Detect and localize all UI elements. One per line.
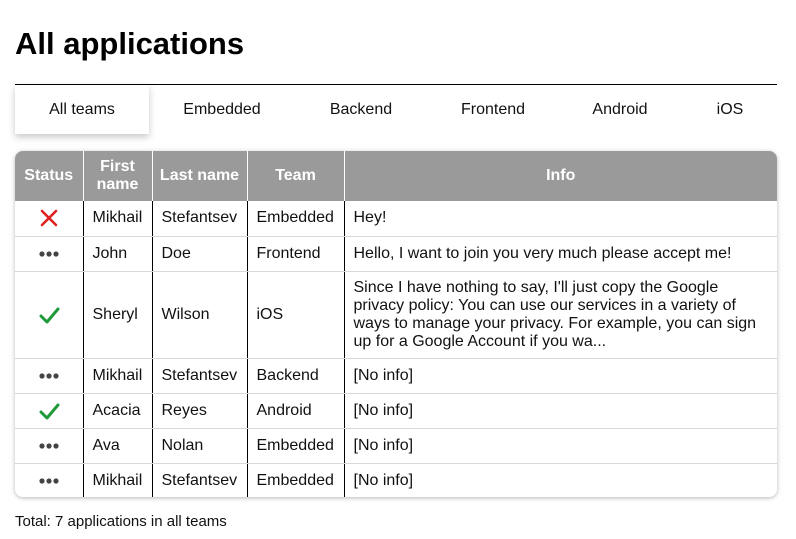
- team-cell: Frontend: [246, 236, 344, 272]
- info-cell: Hey!: [343, 201, 777, 237]
- team-cell: Embedded: [246, 428, 344, 464]
- info-cell: [No info]: [343, 358, 777, 394]
- last-name-cell: Wilson: [151, 271, 247, 359]
- first-name-cell: Acacia: [82, 393, 152, 429]
- total-count: Total: 7 applications in all teams: [15, 513, 227, 530]
- status-cell: [15, 271, 83, 359]
- last-name-cell: Doe: [151, 236, 247, 272]
- team-cell: Embedded: [246, 463, 344, 497]
- status-cell: [15, 393, 83, 429]
- first-name-cell: Sheryl: [82, 271, 152, 359]
- table-row[interactable]: Mikhail Stefantsev Embedded Hey!: [15, 201, 777, 237]
- x-icon: [40, 209, 58, 227]
- tab-embedded[interactable]: Embedded: [165, 85, 279, 134]
- first-name-cell: Mikhail: [82, 463, 152, 497]
- status-cell: [15, 236, 83, 272]
- info-cell: [No info]: [343, 393, 777, 429]
- table-row[interactable]: Ava Nolan Embedded [No info]: [15, 428, 777, 464]
- page-title: All applications: [15, 26, 245, 61]
- header-status: Status: [24, 167, 74, 184]
- table-row[interactable]: Acacia Reyes Android [No info]: [15, 393, 777, 429]
- checkmark-icon: [39, 403, 60, 419]
- ellipsis-icon: [39, 442, 59, 449]
- tab-frontend[interactable]: Frontend: [443, 85, 543, 134]
- team-cell: iOS: [246, 271, 344, 359]
- info-cell: [No info]: [343, 428, 777, 464]
- team-tabs: All teams Embedded Backend Frontend Andr…: [15, 85, 777, 134]
- table-row[interactable]: Sheryl Wilson iOS Since I have nothing t…: [15, 271, 777, 359]
- status-cell: [15, 463, 83, 497]
- table-row[interactable]: Mikhail Stefantsev Embedded [No info]: [15, 463, 777, 497]
- team-cell: Embedded: [246, 201, 344, 237]
- tab-ios[interactable]: iOS: [703, 85, 757, 134]
- ellipsis-icon: [39, 250, 59, 257]
- header-first-name: First name: [82, 151, 152, 201]
- table-header-row: Status First name Last name Team Info: [15, 151, 777, 201]
- header-last-name: Last name: [151, 151, 247, 201]
- tab-backend[interactable]: Backend: [311, 85, 411, 134]
- team-cell: Backend: [246, 358, 344, 394]
- tab-android[interactable]: Android: [576, 85, 664, 134]
- status-cell: [15, 358, 83, 394]
- last-name-cell: Reyes: [151, 393, 247, 429]
- first-name-cell: Mikhail: [82, 358, 152, 394]
- checkmark-icon: [39, 307, 60, 323]
- status-cell: [15, 201, 83, 237]
- info-cell: Since I have nothing to say, I'll just c…: [343, 271, 777, 359]
- team-cell: Android: [246, 393, 344, 429]
- applications-table: Status First name Last name Team Info Mi…: [15, 151, 777, 497]
- last-name-cell: Nolan: [151, 428, 247, 464]
- tab-all-teams[interactable]: All teams: [15, 85, 149, 134]
- last-name-cell: Stefantsev: [151, 201, 247, 237]
- first-name-cell: John: [82, 236, 152, 272]
- header-team: Team: [246, 151, 344, 201]
- status-cell: [15, 428, 83, 464]
- first-name-cell: Mikhail: [82, 201, 152, 237]
- last-name-cell: Stefantsev: [151, 358, 247, 394]
- ellipsis-icon: [39, 372, 59, 379]
- info-cell: Hello, I want to join you very much plea…: [343, 236, 777, 272]
- header-info: Info: [343, 151, 777, 201]
- first-name-cell: Ava: [82, 428, 152, 464]
- table-row[interactable]: Mikhail Stefantsev Backend [No info]: [15, 358, 777, 394]
- ellipsis-icon: [39, 478, 59, 484]
- table-row[interactable]: John Doe Frontend Hello, I want to join …: [15, 236, 777, 272]
- info-cell: [No info]: [343, 463, 777, 497]
- last-name-cell: Stefantsev: [151, 463, 247, 497]
